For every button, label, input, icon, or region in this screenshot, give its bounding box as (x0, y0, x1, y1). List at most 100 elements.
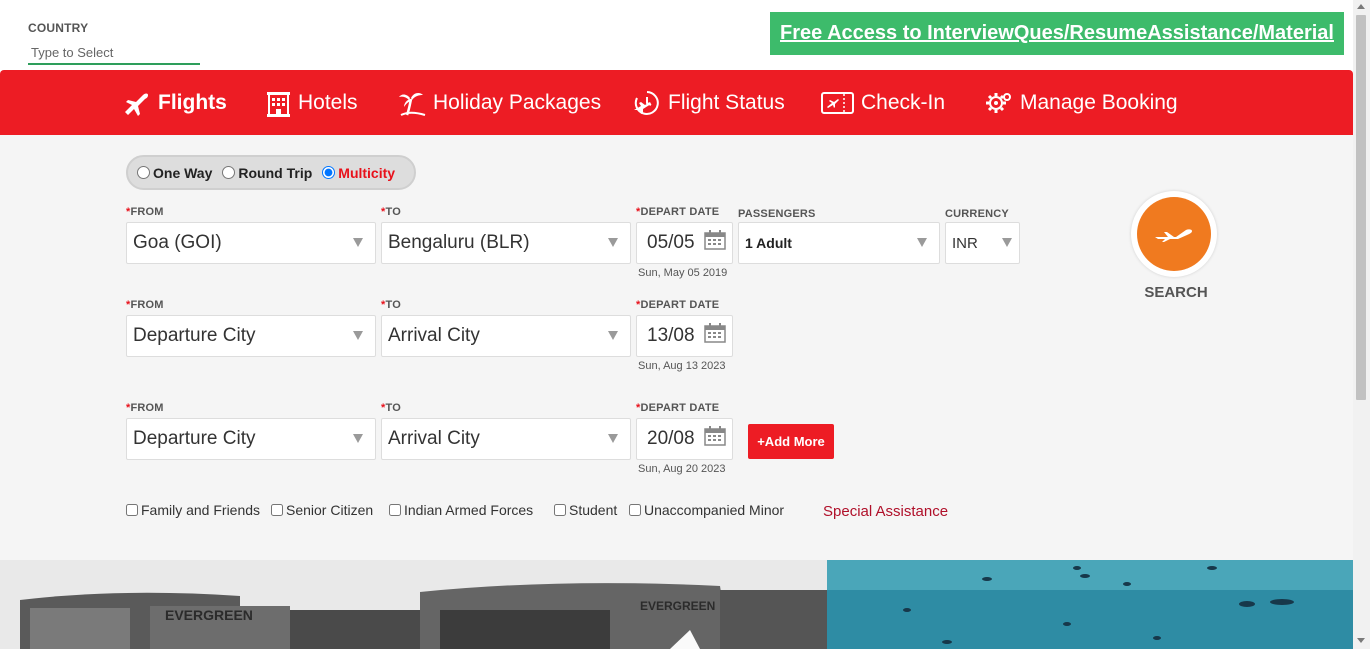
tab-flight-status[interactable]: Flight Status (633, 70, 785, 135)
senior-citizen-checkbox[interactable] (271, 504, 283, 516)
chevron-down-icon (608, 331, 618, 340)
tab-hotels[interactable]: Hotels (266, 70, 358, 135)
sea-image (827, 560, 1353, 649)
round-trip-radio[interactable] (222, 166, 236, 179)
passengers-select[interactable]: 1 Adult (738, 222, 940, 264)
family-friends-checkbox[interactable] (126, 504, 138, 516)
scrollbar-thumb[interactable] (1356, 15, 1366, 400)
calendar-icon (704, 323, 726, 343)
multicity-radio[interactable] (322, 166, 336, 179)
tab-holiday-packages[interactable]: Holiday Packages (398, 70, 601, 135)
booking-panel: One Way Round Trip Multicity *FROM Goa (… (0, 135, 1353, 560)
main-nav: Flights Hotels Holiday Packages Flight S… (0, 70, 1353, 135)
leg2-from-value: Departure City (133, 325, 256, 346)
country-input[interactable] (28, 41, 200, 65)
leg1-date-full: Sun, May 05 2019 (638, 267, 728, 279)
add-more-button[interactable]: +Add More (748, 424, 834, 459)
unaccompanied-minor-checkbox[interactable] (629, 504, 641, 516)
tab-flight-status-label: Flight Status (668, 90, 785, 114)
leg1-to-select[interactable]: Bengaluru (BLR) (381, 222, 631, 264)
palm-tree-icon (399, 92, 426, 116)
passengers-value: 1 Adult (745, 235, 792, 251)
leg1-from-value: Goa (GOI) (133, 232, 222, 253)
chevron-down-icon (917, 238, 927, 247)
chevron-down-icon (353, 331, 363, 340)
unaccompanied-minor-label: Unaccompanied Minor (644, 502, 785, 518)
hangar-graphic: EVERGREEN EVERGREEN (0, 560, 827, 649)
tab-check-in[interactable]: Check-In (821, 70, 945, 135)
tab-hotels-label: Hotels (298, 90, 358, 114)
leg1-from-select[interactable]: Goa (GOI) (126, 222, 376, 264)
leg2-date-label: *DEPART DATE (636, 299, 720, 311)
leg2-from-select[interactable]: Departure City (126, 315, 376, 357)
leg2-to-value: Arrival City (388, 325, 480, 346)
family-friends-label: Family and Friends (141, 502, 261, 518)
chevron-down-icon (1002, 238, 1012, 247)
country-label: COUNTRY (28, 21, 89, 35)
leg3-date-full: Sun, Aug 20 2023 (638, 463, 726, 475)
leg2-from-label: *FROM (126, 299, 164, 311)
search-button[interactable] (1131, 191, 1217, 277)
senior-citizen-label: Senior Citizen (286, 502, 374, 518)
leg2-date-value: 13/08 (647, 325, 695, 346)
leg3-date-label: *DEPART DATE (636, 402, 720, 414)
currency-value: INR (952, 234, 978, 252)
scroll-down-arrow-icon[interactable] (1357, 638, 1365, 643)
hangar-sign-1: EVERGREEN (165, 607, 253, 623)
leg2-to-select[interactable]: Arrival City (381, 315, 631, 357)
leg2-date-full: Sun, Aug 13 2023 (638, 360, 726, 372)
round-trip-label: Round Trip (238, 164, 313, 181)
search-label: SEARCH (1144, 284, 1208, 301)
multicity-option[interactable]: Multicity (322, 165, 395, 181)
leg2-date-input[interactable]: 13/08 (636, 315, 733, 357)
family-friends-option[interactable]: Family and Friends (126, 502, 260, 518)
scroll-up-arrow-icon[interactable] (1357, 4, 1365, 9)
clock-plane-icon (634, 90, 659, 115)
one-way-option[interactable]: One Way (137, 165, 212, 181)
currency-select[interactable]: INR (945, 222, 1020, 264)
top-bar: COUNTRY Free Access to InterviewQues/Res… (0, 0, 1353, 70)
student-label: Student (569, 502, 618, 518)
leg3-from-value: Departure City (133, 428, 256, 449)
one-way-radio[interactable] (137, 166, 150, 179)
leg2-to-label: *TO (381, 299, 401, 311)
tab-flights[interactable]: Flights (123, 70, 227, 135)
unaccompanied-minor-option[interactable]: Unaccompanied Minor (629, 502, 784, 518)
tab-holiday-label: Holiday Packages (433, 90, 602, 114)
special-assistance-link[interactable]: Special Assistance (823, 503, 948, 520)
tab-flights-label: Flights (158, 90, 227, 114)
hotel-icon (267, 91, 290, 117)
trip-type-selector: One Way Round Trip Multicity (126, 155, 416, 190)
round-trip-option[interactable]: Round Trip (222, 165, 312, 181)
calendar-icon (704, 426, 726, 446)
hangar-sign-2: EVERGREEN (640, 599, 715, 613)
armed-forces-option[interactable]: Indian Armed Forces (389, 502, 533, 518)
chevron-down-icon (608, 434, 618, 443)
leg1-to-value: Bengaluru (BLR) (388, 232, 530, 253)
leg3-to-label: *TO (381, 402, 401, 414)
senior-citizen-option[interactable]: Senior Citizen (271, 502, 373, 518)
plane-icon (1155, 229, 1192, 242)
leg3-date-input[interactable]: 20/08 (636, 418, 733, 460)
leg3-from-label: *FROM (126, 402, 164, 414)
armed-forces-label: Indian Armed Forces (404, 502, 534, 518)
leg1-date-value: 05/05 (647, 232, 695, 253)
leg3-to-select[interactable]: Arrival City (381, 418, 631, 460)
tab-manage-booking[interactable]: Manage Booking (985, 70, 1178, 135)
student-option[interactable]: Student (554, 502, 617, 518)
student-checkbox[interactable] (554, 504, 566, 516)
leg1-from-label: *FROM (126, 206, 164, 218)
search-button-circle (1137, 197, 1211, 271)
chevron-down-icon (608, 238, 618, 247)
sea-graphic (827, 560, 1353, 649)
leg3-from-select[interactable]: Departure City (126, 418, 376, 460)
one-way-label: One Way (153, 164, 213, 181)
armed-forces-checkbox[interactable] (389, 504, 401, 516)
calendar-icon (704, 230, 726, 250)
chevron-down-icon (353, 434, 363, 443)
chevron-down-icon (353, 238, 363, 247)
leg3-date-value: 20/08 (647, 428, 695, 449)
leg1-date-input[interactable]: 05/05 (636, 222, 733, 264)
promo-link[interactable]: Free Access to InterviewQues/ResumeAssis… (770, 12, 1344, 55)
page-scrollbar[interactable] (1353, 0, 1370, 649)
